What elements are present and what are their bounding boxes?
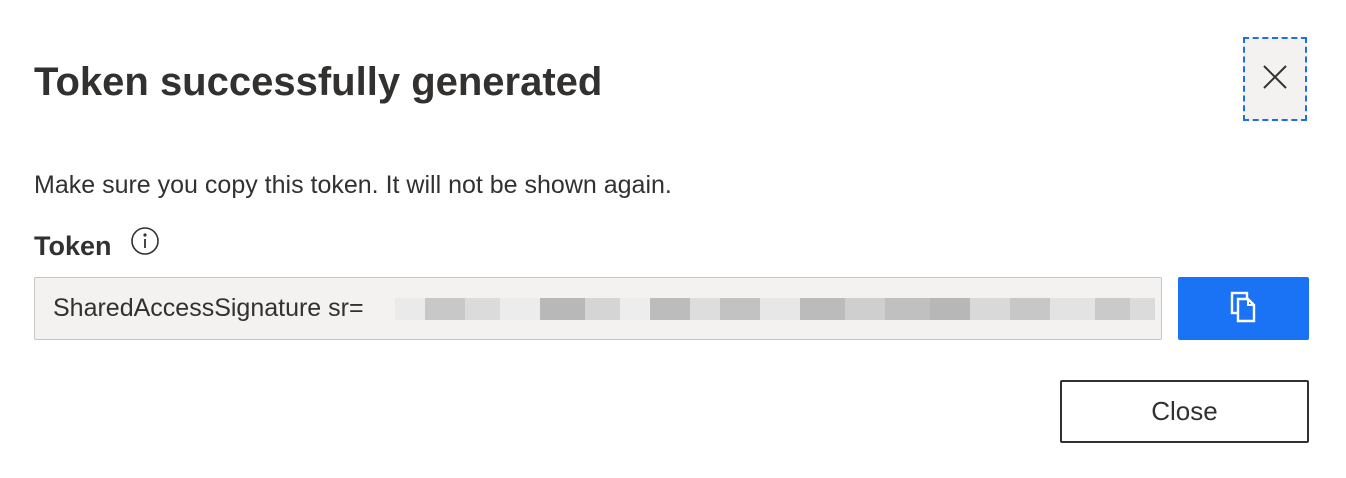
close-button[interactable]: Close xyxy=(1060,380,1309,443)
token-label: Token xyxy=(34,231,112,261)
token-label-row: Token xyxy=(34,226,160,266)
copy-button[interactable] xyxy=(1178,277,1309,340)
token-redacted-region xyxy=(395,292,1155,326)
copy-icon xyxy=(1229,290,1259,327)
close-x-icon xyxy=(1260,62,1290,97)
dismiss-button[interactable] xyxy=(1243,37,1307,121)
info-icon[interactable] xyxy=(130,226,160,256)
dialog-title: Token successfully generated xyxy=(34,60,603,104)
token-value: SharedAccessSignature sr= xyxy=(53,294,364,322)
dialog-message: Make sure you copy this token. It will n… xyxy=(34,171,672,199)
token-dialog: Token successfully generated Make sure y… xyxy=(0,0,1346,478)
token-field[interactable]: SharedAccessSignature sr= xyxy=(34,277,1162,340)
